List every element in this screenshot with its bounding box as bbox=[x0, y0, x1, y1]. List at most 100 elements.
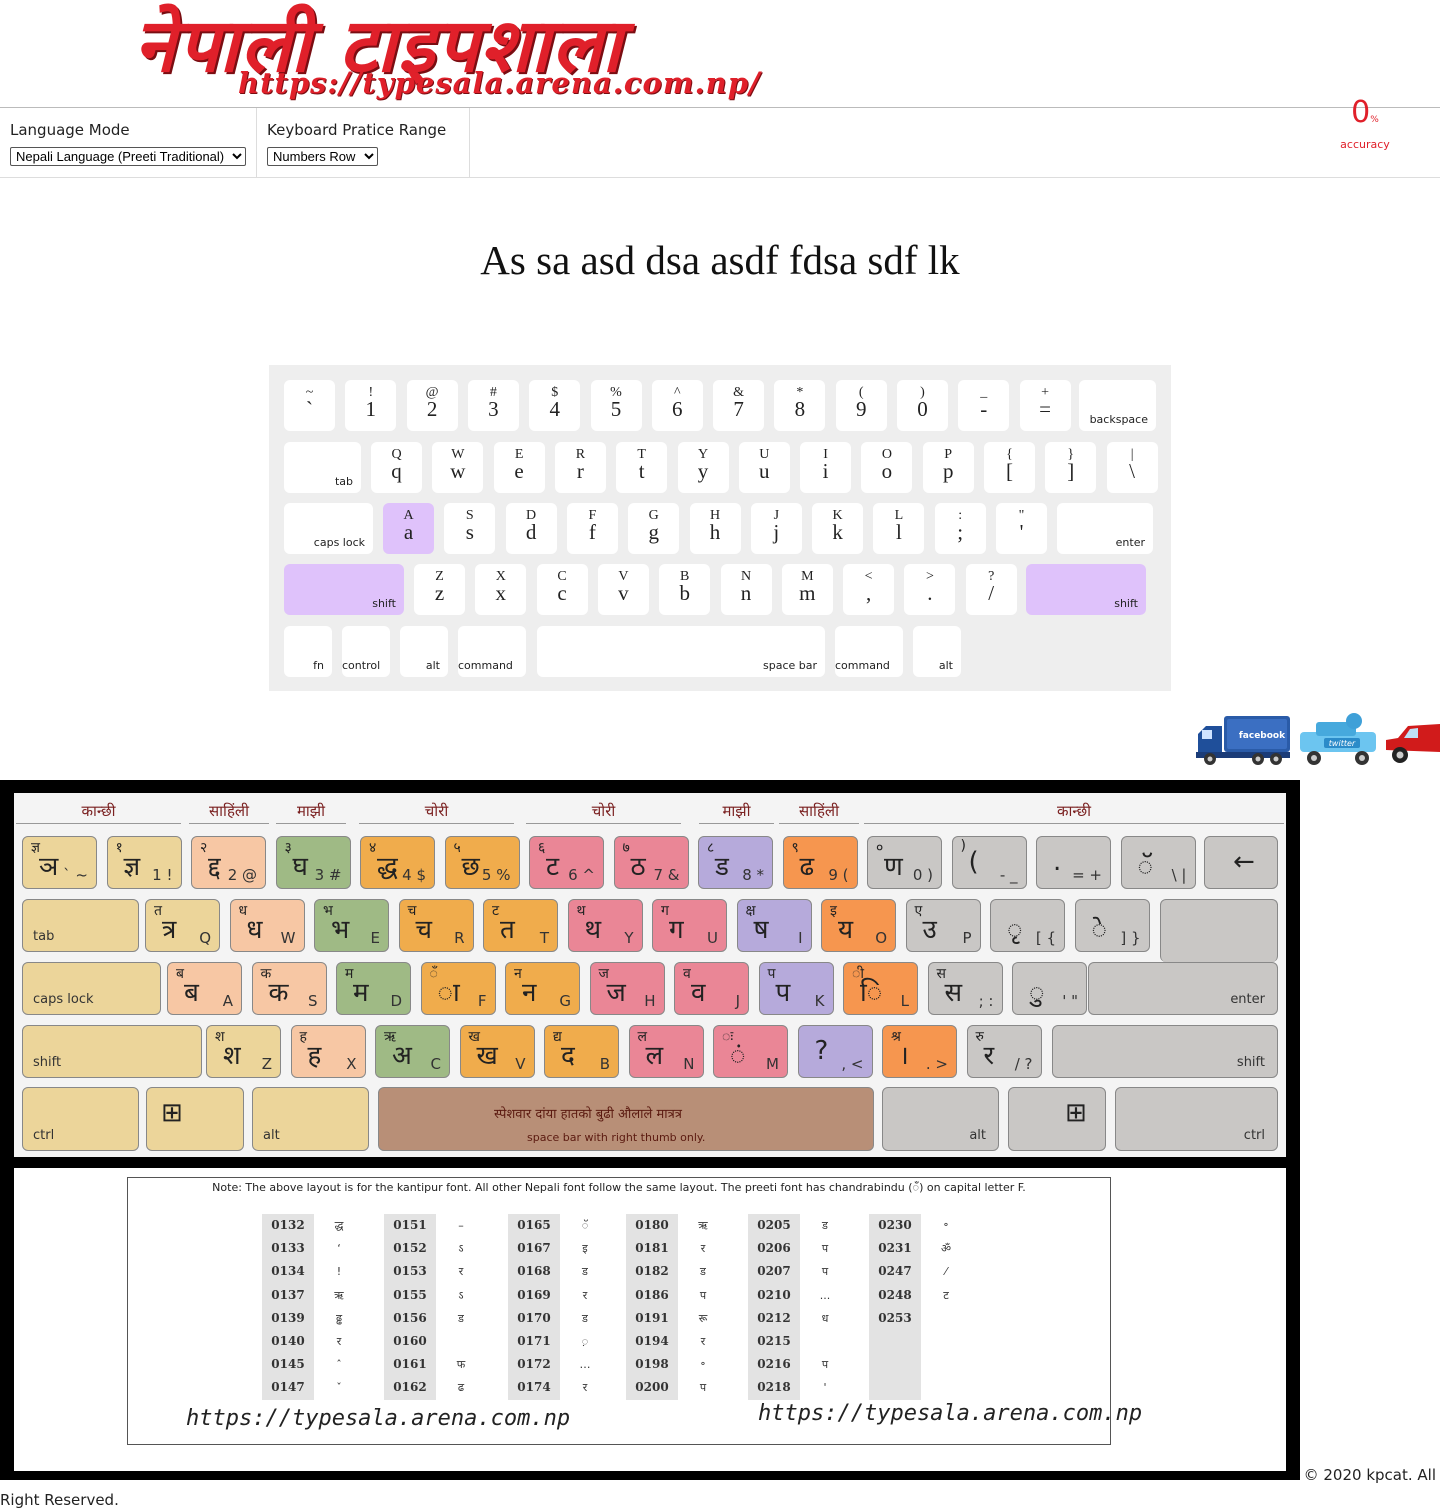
alt-code: 0155 bbox=[393, 1287, 427, 1302]
key-,[interactable]: <, bbox=[843, 564, 895, 615]
code-column: 0165 0167 0168 0169 0170 0171 0172 0174 bbox=[508, 1214, 560, 1400]
key-h[interactable]: Hh bbox=[689, 503, 741, 554]
key-devanagari-glyph: स bbox=[944, 978, 963, 1008]
key-char: u bbox=[759, 459, 770, 483]
key-label: alt bbox=[425, 659, 440, 672]
key-char: z bbox=[434, 581, 445, 605]
key-d[interactable]: Dd bbox=[505, 503, 557, 554]
key-.[interactable]: >. bbox=[904, 564, 956, 615]
code-glyph: – bbox=[458, 1219, 464, 1232]
key-t[interactable]: Tt bbox=[616, 442, 668, 493]
key-i[interactable]: Ii bbox=[800, 442, 852, 493]
key-enter[interactable]: enter bbox=[1057, 503, 1153, 554]
key-9[interactable]: (9 bbox=[835, 380, 887, 431]
key-backspace[interactable]: backspace bbox=[1079, 380, 1156, 431]
practice-range-select[interactable]: Numbers Row bbox=[267, 147, 378, 166]
key-latin-char: T bbox=[539, 929, 549, 947]
alt-code: 0191 bbox=[635, 1310, 669, 1325]
code-glyph: ड bbox=[700, 1265, 706, 1279]
reference-caps-key: caps lock bbox=[22, 962, 161, 1015]
key-a[interactable]: Aa bbox=[383, 503, 434, 554]
key-c[interactable]: Cc bbox=[536, 564, 588, 615]
key-x[interactable]: Xx bbox=[475, 564, 527, 615]
key-secondary-glyph: ३ bbox=[284, 840, 292, 856]
key-p[interactable]: Pp bbox=[922, 442, 974, 493]
key-5[interactable]: % 5 bbox=[590, 380, 642, 431]
key-b[interactable]: Bb bbox=[659, 564, 711, 615]
reference-key: ममD bbox=[336, 962, 411, 1015]
key-m[interactable]: Mm bbox=[781, 564, 833, 615]
key-w[interactable]: Ww bbox=[432, 442, 484, 493]
key-q[interactable]: Qq bbox=[371, 442, 422, 493]
key-v[interactable]: Vv bbox=[597, 564, 649, 615]
key-/[interactable]: ? / bbox=[965, 564, 1017, 615]
car-icon[interactable] bbox=[1384, 712, 1440, 768]
key-latin-char: , < bbox=[841, 1055, 864, 1073]
key-shift-right[interactable]: shift bbox=[1026, 564, 1146, 615]
key-][interactable]: }] bbox=[1045, 442, 1097, 493]
twitter-truck-icon[interactable]: twitter bbox=[1296, 712, 1380, 768]
key-shift-left[interactable]: shift bbox=[284, 564, 404, 615]
key-char: v bbox=[618, 581, 629, 605]
site-logo[interactable]: नेपाली टाइपशाला https://typesala.arena.c… bbox=[120, 0, 1020, 105]
key-latin-char: M bbox=[766, 1055, 779, 1073]
key-secondary-glyph: ९ bbox=[791, 840, 799, 856]
key-0[interactable]: ) 0 bbox=[897, 380, 948, 431]
key-l[interactable]: Ll bbox=[873, 503, 925, 554]
alt-label: alt bbox=[969, 1128, 986, 1143]
key-caps-lock[interactable]: caps lock bbox=[284, 503, 373, 554]
key-n[interactable]: Nn bbox=[720, 564, 772, 615]
key-control[interactable]: control bbox=[342, 626, 390, 677]
key-g[interactable]: Gg bbox=[628, 503, 680, 554]
alt-code: 0169 bbox=[517, 1287, 551, 1302]
key-tab[interactable]: tab bbox=[284, 442, 361, 493]
key-y[interactable]: Yy bbox=[677, 442, 729, 493]
key-f[interactable]: Ff bbox=[566, 503, 618, 554]
key-`[interactable]: ~ ` bbox=[284, 380, 335, 431]
language-mode-select[interactable]: Nepali Language (Preeti Traditional) bbox=[10, 147, 246, 166]
accuracy-value: 0 bbox=[1351, 95, 1371, 130]
key-command-right[interactable]: command bbox=[835, 626, 903, 677]
key-fn[interactable]: fn bbox=[284, 626, 332, 677]
key-e[interactable]: Ee bbox=[493, 442, 545, 493]
alt-code: 0147 bbox=[271, 1380, 305, 1395]
key-label: enter bbox=[1115, 536, 1145, 549]
key-\[interactable]: | \ bbox=[1106, 442, 1158, 493]
key-j[interactable]: Jj bbox=[750, 503, 802, 554]
key-o[interactable]: Oo bbox=[861, 442, 913, 493]
key-[[interactable]: {[ bbox=[984, 442, 1035, 493]
key-alt-left[interactable]: alt bbox=[400, 626, 448, 677]
key-2[interactable]: @2 bbox=[406, 380, 458, 431]
key-6[interactable]: ^ 6 bbox=[651, 380, 703, 431]
key-=[interactable]: + = bbox=[1019, 380, 1071, 431]
key-'[interactable]: " ' bbox=[996, 503, 1047, 554]
key-r[interactable]: Rr bbox=[554, 442, 606, 493]
key-space[interactable]: space bar bbox=[537, 626, 825, 677]
code-glyph: ड bbox=[582, 1311, 588, 1325]
key-s[interactable]: Ss bbox=[444, 503, 496, 554]
key--[interactable]: _ - bbox=[958, 380, 1010, 431]
key-3[interactable]: #3 bbox=[467, 380, 519, 431]
key-z[interactable]: Zz bbox=[414, 564, 465, 615]
key-4[interactable]: $4 bbox=[529, 380, 581, 431]
key-command-left[interactable]: command bbox=[458, 626, 526, 677]
key-latin-char: = + bbox=[1072, 866, 1102, 884]
key-8[interactable]: * 8 bbox=[774, 380, 826, 431]
code-glyph: ढ bbox=[457, 1381, 465, 1395]
tab-label: tab bbox=[33, 929, 55, 944]
key-alt-right[interactable]: alt bbox=[913, 626, 961, 677]
key-latin-char: P bbox=[962, 929, 972, 947]
key-;[interactable]: :; bbox=[934, 503, 986, 554]
code-glyph: ट bbox=[943, 1288, 949, 1302]
key-1[interactable]: ! 1 bbox=[345, 380, 397, 431]
key-secondary-glyph: ) bbox=[960, 838, 966, 854]
key-u[interactable]: Uu bbox=[738, 442, 790, 493]
key-label: backspace bbox=[1089, 413, 1148, 426]
key-7[interactable]: & 7 bbox=[713, 380, 765, 431]
key-char: . bbox=[927, 581, 933, 605]
facebook-truck-icon[interactable]: facebook bbox=[1196, 712, 1292, 768]
reference-key: बब A bbox=[167, 962, 242, 1015]
key-k[interactable]: Kk bbox=[812, 503, 864, 554]
key-secondary-glyph: ह bbox=[299, 1029, 307, 1045]
key-secondary-glyph: ८ bbox=[707, 840, 715, 856]
